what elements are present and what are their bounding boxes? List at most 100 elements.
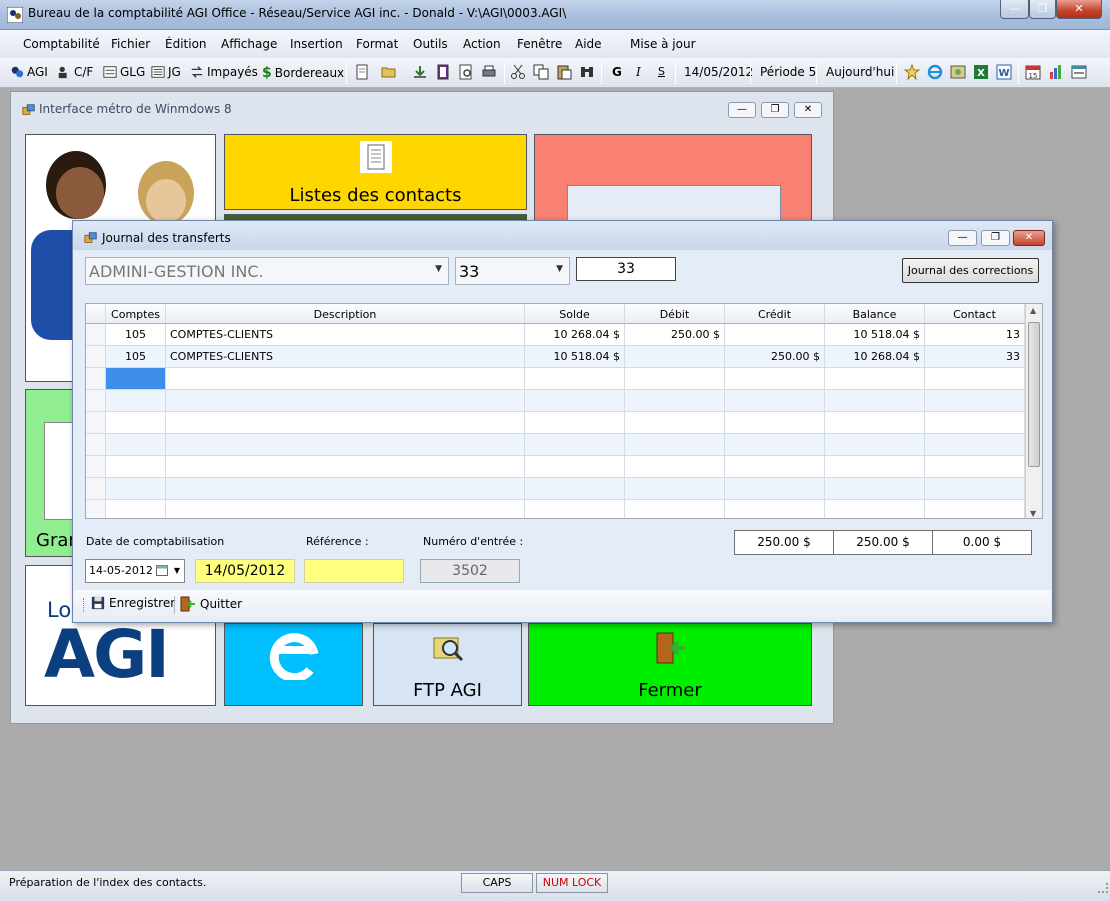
grid-cell[interactable] [166,434,525,456]
grid-cell[interactable] [166,368,525,390]
grid-cell[interactable] [725,478,825,500]
book-icon[interactable] [435,64,451,80]
cell-compte[interactable]: 105 [106,324,166,346]
scrollbar-thumb[interactable] [1028,322,1040,467]
grid-cell[interactable] [625,368,725,390]
glg-button[interactable]: GLG [103,65,145,79]
grid-cell[interactable] [725,390,825,412]
metro-close-button[interactable]: ✕ [794,102,822,118]
grid-cell[interactable] [625,390,725,412]
grid-cell[interactable] [525,412,625,434]
photo-icon[interactable] [950,64,966,80]
grid-cell[interactable] [925,390,1025,412]
cell-contact[interactable]: 33 [925,346,1025,368]
company-select[interactable]: ADMINI-GESTION INC. ▼ [85,257,449,285]
maximize-button[interactable]: ❐ [1029,0,1056,19]
resize-grip[interactable] [1098,883,1108,893]
grid-cell[interactable] [525,456,625,478]
column-header-description[interactable]: Description [166,304,525,324]
column-header-contact[interactable]: Contact [925,304,1025,324]
grid-chart-icon[interactable] [1048,64,1064,80]
menu-edition[interactable]: Édition [165,37,207,51]
journal-minimize-button[interactable]: — [948,230,977,246]
row-header[interactable] [86,478,106,500]
menu-mise-a-jour[interactable]: Mise à jour [630,37,696,51]
italic-button[interactable]: I [636,65,641,79]
jg-button[interactable]: JG [151,65,181,79]
grid-cell[interactable] [625,500,725,518]
grid-cell[interactable] [525,478,625,500]
grid-cell[interactable] [106,478,166,500]
cell-solde[interactable]: 10 268.04 $ [525,324,625,346]
metro-minimize-button[interactable]: — [728,102,756,118]
column-header-balance[interactable]: Balance [825,304,925,324]
grid-cell[interactable] [825,434,925,456]
grid-cell[interactable] [106,412,166,434]
cell-balance[interactable]: 10 518.04 $ [825,324,925,346]
cell-credit[interactable] [725,324,825,346]
cut-icon[interactable] [510,64,526,80]
date-display-field[interactable]: 14/05/2012 [195,559,295,583]
menu-comptabilite[interactable]: Comptabilité [23,37,100,51]
underline-button[interactable]: S [658,65,665,78]
row-header[interactable] [86,346,106,368]
menu-aide[interactable]: Aide [575,37,602,51]
tile-internet-explorer[interactable] [224,623,363,706]
grid-cell[interactable] [725,500,825,518]
menu-insertion[interactable]: Insertion [290,37,343,51]
new-document-icon[interactable] [354,64,370,80]
cell-debit[interactable] [625,346,725,368]
cell-balance[interactable]: 10 268.04 $ [825,346,925,368]
cell-compte[interactable]: 105 [106,346,166,368]
grid-cell[interactable] [166,478,525,500]
journal-close-button[interactable]: ✕ [1013,230,1045,246]
grid-cell[interactable] [725,368,825,390]
close-button[interactable]: ✕ [1056,0,1102,19]
cell-credit[interactable]: 250.00 $ [725,346,825,368]
scroll-up-icon[interactable]: ▲ [1030,306,1036,315]
grid-cell[interactable] [166,390,525,412]
transfers-grid[interactable]: Comptes Description Solde Débit Crédit B… [85,303,1043,519]
tile-salmon[interactable] [534,134,812,224]
grid-cell[interactable] [106,368,166,390]
date-picker[interactable]: 14-05-2012 ▼ [85,559,185,583]
column-header-debit[interactable]: Débit [625,304,725,324]
column-header-comptes[interactable]: Comptes [106,304,166,324]
row-header[interactable] [86,390,106,412]
quit-button[interactable]: Quitter [180,596,242,612]
grid-cell[interactable] [925,500,1025,518]
today-button[interactable]: Aujourd'hui [826,65,894,79]
grid-cell[interactable] [106,456,166,478]
grid-cell[interactable] [725,412,825,434]
grid-cell[interactable] [525,434,625,456]
row-header[interactable] [86,456,106,478]
internet-explorer-icon[interactable] [927,64,943,80]
grid-cell[interactable] [625,412,725,434]
print-preview-icon[interactable] [458,64,474,80]
grid-cell[interactable] [825,500,925,518]
grid-cell[interactable] [625,456,725,478]
save-button[interactable]: Enregistrer [91,596,175,610]
find-icon[interactable] [579,64,595,80]
grid-cell[interactable] [106,500,166,518]
menu-fenetre[interactable]: Fenêtre [517,37,562,51]
cf-button[interactable]: C/F [57,65,93,79]
grid-cell[interactable] [925,412,1025,434]
menu-format[interactable]: Format [356,37,398,51]
window-icon[interactable] [1071,64,1087,80]
grid-cell[interactable] [725,456,825,478]
grid-cell[interactable] [106,434,166,456]
minimize-button[interactable]: — [1000,0,1029,19]
grid-cell[interactable] [525,500,625,518]
scroll-down-icon[interactable]: ▼ [1030,509,1036,518]
word-icon[interactable]: W [996,64,1012,80]
row-header[interactable] [86,500,106,518]
agi-button[interactable]: AGI [10,65,48,79]
menu-action[interactable]: Action [463,37,501,51]
impayes-button[interactable]: Impayés [190,65,258,79]
grid-cell[interactable] [925,456,1025,478]
grid-cell[interactable] [925,434,1025,456]
column-header-solde[interactable]: Solde [525,304,625,324]
journal-corrections-button[interactable]: Journal des corrections [902,258,1039,283]
grid-cell[interactable] [625,478,725,500]
